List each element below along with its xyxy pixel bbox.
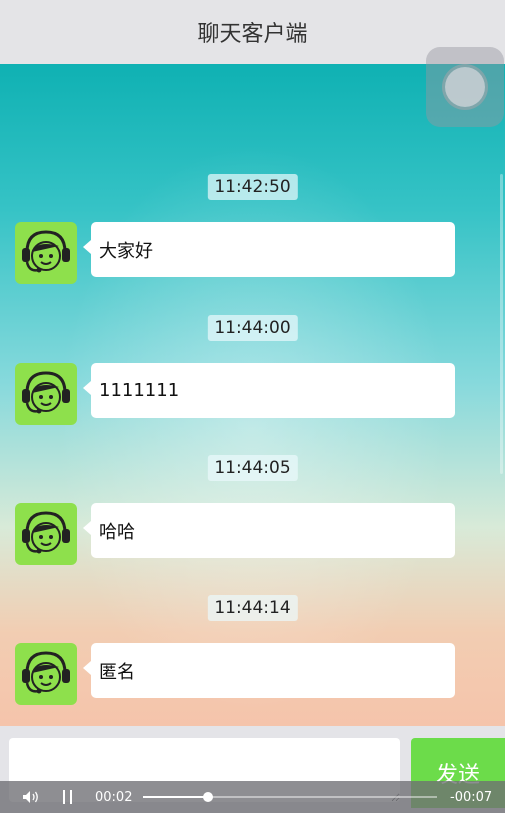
message-text: 匿名 xyxy=(99,661,135,683)
headset-agent-avatar-icon xyxy=(15,363,77,425)
message-item: 11:44:05 哈哈 xyxy=(0,455,505,575)
media-player-bar: 00:02 -00:07 xyxy=(0,781,505,813)
message-timestamp: 11:44:05 xyxy=(207,455,298,481)
chat-message-area[interactable]: 11:42:50 大家好 11:44:00 1111111 11:44:05 哈… xyxy=(0,64,505,726)
message-item: 11:44:14 匿名 xyxy=(0,595,505,715)
message-item: 11:42:50 大家好 xyxy=(0,174,505,294)
message-bubble: 哈哈 xyxy=(83,503,455,558)
message-text: 大家好 xyxy=(99,240,153,262)
message-timestamp: 11:42:50 xyxy=(207,174,298,200)
seek-progress xyxy=(143,796,208,798)
elapsed-time: 00:02 xyxy=(95,789,133,805)
headset-agent-avatar-icon xyxy=(15,222,77,284)
message-bubble: 匿名 xyxy=(83,643,455,698)
message-bubble: 大家好 xyxy=(83,222,455,277)
headset-agent-avatar-icon xyxy=(15,503,77,565)
seek-slider[interactable] xyxy=(143,781,437,813)
speaker-icon[interactable] xyxy=(22,781,40,813)
seek-handle[interactable] xyxy=(202,792,213,802)
page-title: 聊天客户端 xyxy=(197,22,308,47)
message-text: 1111111 xyxy=(99,380,180,401)
floating-assist-button[interactable] xyxy=(426,47,504,127)
headset-agent-avatar-icon xyxy=(15,643,77,705)
remaining-time: -00:07 xyxy=(450,789,493,805)
message-item: 11:44:00 1111111 xyxy=(0,315,505,435)
floating-assist-icon xyxy=(445,67,485,107)
message-timestamp: 11:44:00 xyxy=(207,315,298,341)
pause-icon[interactable] xyxy=(62,781,74,813)
message-timestamp: 11:44:14 xyxy=(207,595,298,621)
message-text: 哈哈 xyxy=(99,521,135,543)
message-bubble: 1111111 xyxy=(83,363,455,418)
